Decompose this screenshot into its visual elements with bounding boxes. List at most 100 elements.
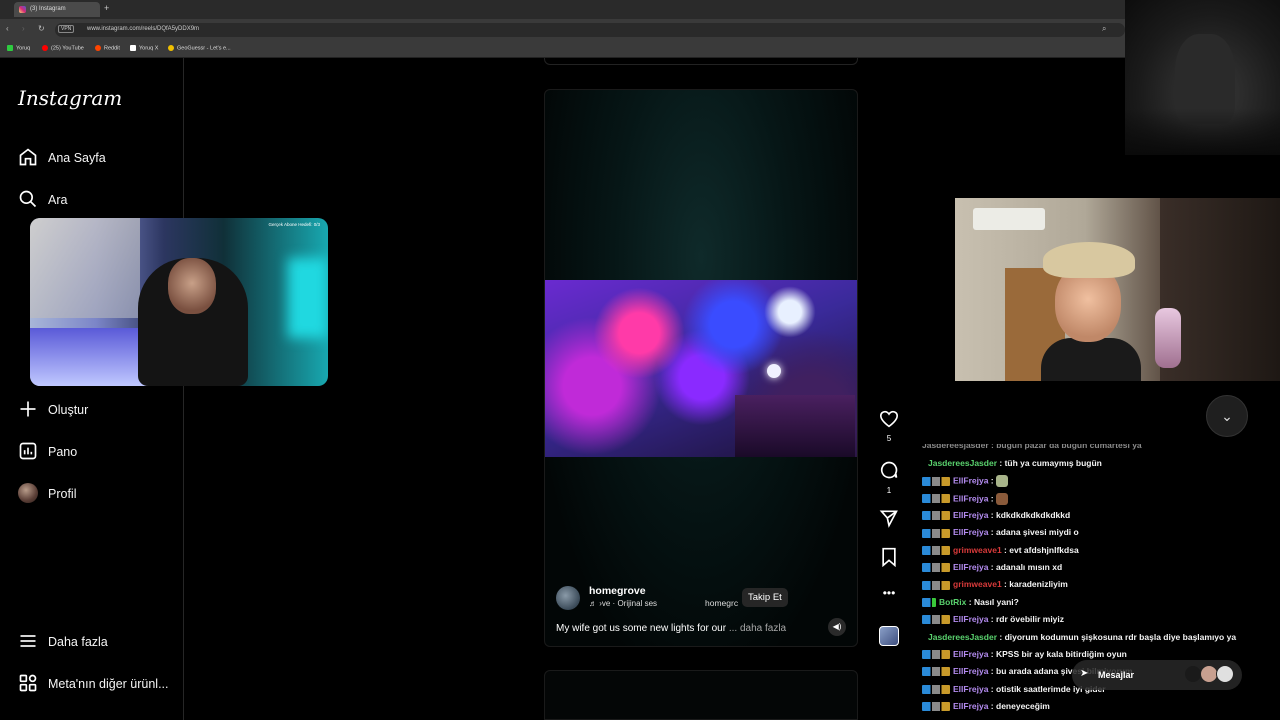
chat-line: BotRix : Nasıl yani? (922, 597, 1019, 614)
nav-create-label: Oluştur (48, 403, 89, 417)
bookmark-geoguessr[interactable]: GeoGuessr - Let's e... (168, 45, 231, 51)
reel-author-username[interactable]: homegrove (589, 585, 646, 597)
comment-icon (880, 461, 898, 479)
tab-title: (3) Instagram (30, 6, 66, 12)
bookmark-youtube[interactable]: (25) YouTube (42, 45, 84, 51)
search-icon (19, 190, 37, 208)
x-icon (130, 45, 136, 51)
video-shelf (735, 395, 855, 457)
url-field[interactable]: VPN www.instagram.com/reels/DQfA5yDDX9m (55, 23, 1125, 37)
audio-thumbnail[interactable] (879, 626, 899, 646)
speaker-icon: ◀) (832, 622, 842, 631)
microphone (1155, 308, 1181, 368)
chat-badge-icons (922, 511, 950, 521)
back-arrow-icon[interactable]: ‹ (6, 24, 9, 33)
reel-player[interactable] (544, 89, 858, 647)
profile-avatar (18, 483, 38, 503)
new-tab-button[interactable]: + (104, 3, 109, 13)
bookmark-reddit[interactable]: Reddit (95, 45, 120, 51)
chat-username[interactable]: EllFrejya (953, 614, 988, 624)
like-button[interactable]: 5 (876, 410, 902, 443)
chat-username[interactable]: grimweave1 (953, 579, 1002, 589)
chat-line: JasdereesJasder : tüh ya cumaymış bugün (928, 458, 1102, 468)
chat-line: grimweave1 : evt afdshjnlfkdsa (922, 545, 1079, 562)
hamburger-menu-icon (20, 635, 36, 647)
chat-line: EllFrejya : rdr övebilir miyiz (922, 614, 1064, 631)
led-glow (30, 328, 150, 386)
reel-video[interactable] (545, 280, 857, 457)
browser-tab[interactable]: (3) Instagram (14, 2, 100, 17)
chat-badge-icons (922, 650, 950, 660)
follow-tooltip[interactable]: Takip Et (742, 588, 788, 607)
caption-more-link[interactable]: ... daha fazla (729, 623, 786, 634)
comment-button[interactable]: 1 (876, 460, 902, 495)
geoguessr-icon (168, 45, 174, 51)
chat-emote-icon (996, 492, 1008, 505)
send-icon: ➤ (1080, 668, 1089, 679)
bookmark-x[interactable]: Yoruq X (130, 45, 158, 51)
dashboard-icon (19, 442, 37, 460)
chat-badge-icons (922, 598, 936, 608)
streamer-webcam-left: Gerçek Abone Hedefi: 0/3 (30, 218, 328, 386)
chat-username[interactable]: EllFrejya (953, 649, 988, 659)
chat-username[interactable]: BotRix (939, 597, 966, 607)
chat-username[interactable]: EllFrejya (953, 562, 988, 572)
chat-username[interactable]: JasdereesJasder (928, 632, 997, 642)
chat-username[interactable]: EllFrejya (953, 476, 988, 486)
streamer-head (168, 258, 216, 314)
save-button[interactable] (876, 547, 902, 572)
comment-count: 1 (886, 486, 892, 495)
url-text: www.instagram.com/reels/DQfA5yDDX9m (87, 26, 200, 32)
reel-author-avatar[interactable] (556, 586, 580, 610)
chat-line: JasdereesJasder : diyorum kodumun şişkos… (928, 631, 1237, 642)
plus-icon (20, 401, 36, 417)
chat-line: EllFrejya : (922, 492, 1008, 510)
chat-message: deneyeceğim (996, 700, 1050, 711)
home-icon (19, 148, 37, 166)
chat-badge-icons (922, 580, 950, 590)
bookmark-icon (882, 547, 896, 568)
zoom-icon[interactable]: ⌕ (1102, 24, 1106, 34)
guest-webcam-right (955, 198, 1280, 381)
scroll-down-button[interactable]: ⌄ (1206, 395, 1248, 437)
messages-bar[interactable]: ➤ Mesajlar (1072, 660, 1242, 690)
chat-username[interactable]: EllFrejya (953, 701, 988, 711)
video-disco-lamp (767, 364, 781, 378)
chat-username[interactable]: EllFrejya (953, 684, 988, 694)
forward-arrow-icon[interactable]: › (22, 24, 25, 33)
reddit-icon (95, 45, 101, 51)
chat-badge-icons (922, 476, 950, 486)
chat-username[interactable]: EllFrejya (953, 493, 988, 503)
cyan-light (288, 258, 328, 338)
reel-audio[interactable]: ♬ ›ve · Orijinal ses (589, 599, 657, 608)
chat-username[interactable]: EllFrejya (953, 527, 988, 537)
chat-message: adana şivesi miydi o (996, 527, 1079, 538)
chat-message: karadenizliyim (1009, 579, 1068, 590)
instagram-logo[interactable]: Instagram (18, 86, 122, 110)
chat-line: grimweave1 : karadenizliyim (922, 579, 1068, 596)
chat-emote-icon (996, 475, 1008, 488)
share-button[interactable] (876, 508, 902, 533)
nav-profile-label: Profil (48, 487, 77, 501)
more-options-icon[interactable]: ••• (876, 586, 902, 600)
meta-products-icon (19, 674, 37, 692)
heart-icon (879, 410, 899, 428)
chat-message: KPSS bir ay kala bitirdiğim oyun (996, 648, 1127, 659)
chat-line: EllFrejya : (922, 475, 1008, 492)
chat-username[interactable]: JasdereesJasder (928, 458, 997, 468)
chat-username[interactable]: EllFrejya (953, 666, 988, 676)
subscriber-goal-text: Gerçek Abone Hedefi: 0/3 (268, 222, 320, 227)
reel-author-username-repeat[interactable]: homegrc (705, 598, 738, 608)
chat-message: evt afdshjnlfkdsa (1009, 544, 1079, 555)
chat-username[interactable]: EllFrejya (953, 510, 988, 520)
instagram-favicon-icon (19, 6, 26, 13)
chat-username[interactable]: grimweave1 (953, 545, 1002, 555)
bookmark-yoruq[interactable]: Yoruq (7, 45, 30, 51)
nav-search-label: Ara (48, 193, 68, 207)
messages-label: Mesajlar (1098, 670, 1135, 680)
chat-badge-icons (922, 563, 950, 573)
mute-button[interactable]: ◀) (828, 618, 846, 636)
reload-icon[interactable]: ↻ (38, 24, 45, 33)
chat-badge-icons (922, 528, 950, 538)
vpn-badge[interactable]: VPN (58, 25, 75, 33)
